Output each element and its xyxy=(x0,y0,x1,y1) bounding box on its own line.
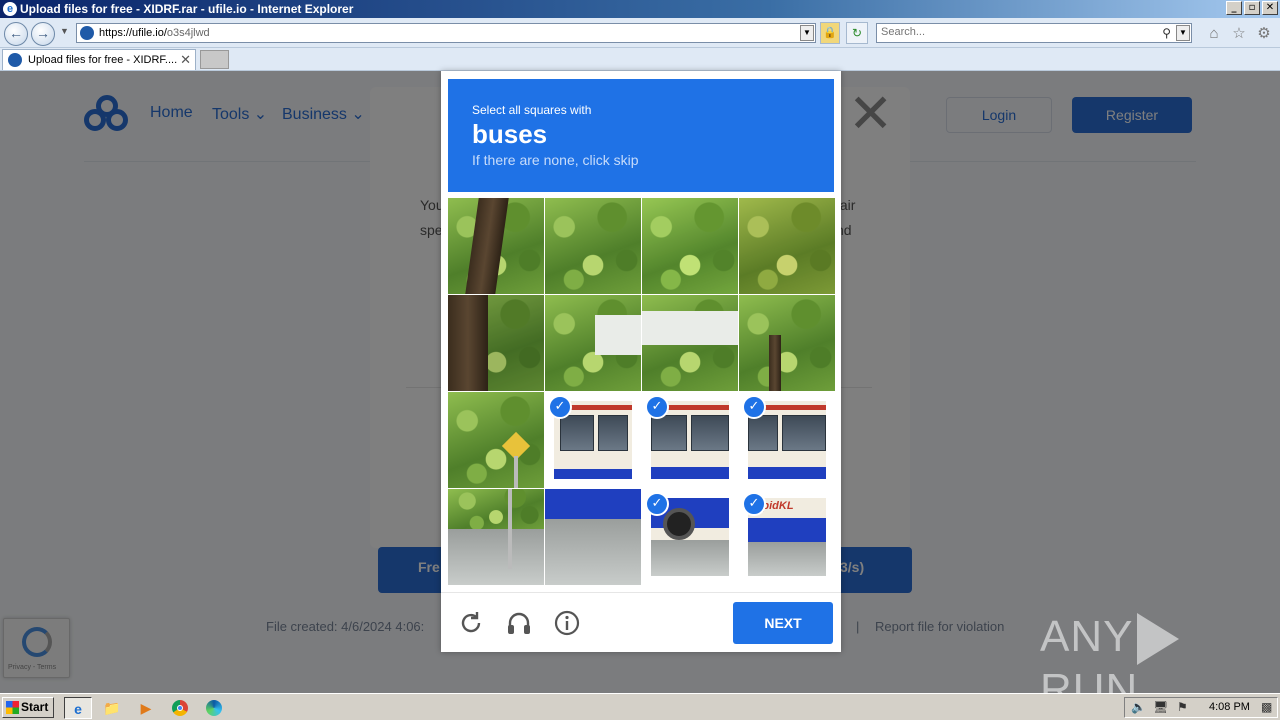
tab-close-icon[interactable]: ✕ xyxy=(180,52,191,68)
check-icon: ✓ xyxy=(742,395,766,419)
taskbar-ie-icon[interactable]: e xyxy=(64,697,92,719)
taskbar: Start e 📁 ▶ 🔈 🖥 ⚑ 4:08 PM ▩ xyxy=(0,693,1280,720)
captcha-tile[interactable] xyxy=(545,198,641,294)
ie-icon: e xyxy=(3,2,17,16)
next-button[interactable]: NEXT xyxy=(733,602,833,644)
tab-label: Upload files for free - XIDRF.... xyxy=(28,54,178,66)
history-dropdown-icon[interactable]: ▼ xyxy=(60,26,69,36)
captcha-grid: ✓ ✓ ✓ ✓ rapidKL ✓ xyxy=(448,198,835,585)
captcha-tile[interactable] xyxy=(739,198,835,294)
show-desktop-icon[interactable]: ▩ xyxy=(1261,700,1272,714)
search-input[interactable] xyxy=(881,26,1151,38)
play-icon xyxy=(1137,613,1180,666)
address-dropdown-icon[interactable]: ▼ xyxy=(800,25,814,41)
captcha-tile-selected[interactable]: rapidKL ✓ xyxy=(739,489,835,585)
captcha-tile-selected[interactable]: ✓ xyxy=(545,392,641,488)
captcha-tile[interactable] xyxy=(545,295,641,391)
new-tab-button[interactable] xyxy=(200,50,229,69)
captcha-challenge: Select all squares with buses If there a… xyxy=(441,71,841,652)
taskbar-chrome-icon[interactable] xyxy=(166,697,194,719)
audio-icon[interactable] xyxy=(505,609,533,637)
taskbar-media-icon[interactable]: ▶ xyxy=(132,697,160,719)
address-bar[interactable]: https://ufile.io/o3s4jlwd ▼ xyxy=(76,23,816,43)
check-icon: ✓ xyxy=(645,395,669,419)
taskbar-clock[interactable]: 4:08 PM xyxy=(1209,701,1250,713)
captcha-hint: If there are none, click skip xyxy=(472,152,639,168)
window-title: Upload files for free - XIDRF.rar - ufil… xyxy=(20,2,354,16)
taskbar-edge-icon[interactable] xyxy=(200,697,228,719)
navigation-bar: ← → ▼ https://ufile.io/o3s4jlwd ▼ 🔒 ↻ ⚲ … xyxy=(0,18,1280,48)
captcha-tile[interactable] xyxy=(545,489,641,585)
check-icon: ✓ xyxy=(548,395,572,419)
captcha-tile[interactable] xyxy=(448,295,544,391)
forward-icon[interactable]: → xyxy=(31,22,55,46)
captcha-tile-selected[interactable]: ✓ xyxy=(739,392,835,488)
captcha-target: buses xyxy=(472,119,548,149)
captcha-tile[interactable] xyxy=(448,392,544,488)
tab-ufile[interactable]: Upload files for free - XIDRF.... ✕ xyxy=(2,49,196,70)
captcha-divider xyxy=(441,592,841,593)
refresh-icon[interactable]: ↻ xyxy=(846,22,868,44)
home-icon[interactable]: ⌂ xyxy=(1205,25,1223,43)
tab-bar: Upload files for free - XIDRF.... ✕ xyxy=(0,48,1280,71)
start-button[interactable]: Start xyxy=(2,697,54,718)
captcha-tile[interactable] xyxy=(642,198,738,294)
captcha-tile-selected[interactable]: ✓ xyxy=(642,489,738,585)
action-center-flag-icon[interactable]: ⚑ xyxy=(1177,700,1188,714)
search-dropdown-icon[interactable]: ▼ xyxy=(1176,25,1190,41)
captcha-tile[interactable] xyxy=(448,489,544,585)
reload-challenge-icon[interactable] xyxy=(457,609,485,637)
search-icon[interactable]: ⚲ xyxy=(1162,26,1171,40)
favorites-icon[interactable]: ☆ xyxy=(1230,25,1248,43)
windows-flag-icon xyxy=(6,701,19,714)
captcha-prompt: Select all squares with buses If there a… xyxy=(448,79,834,192)
site-favicon-icon xyxy=(80,26,94,40)
system-tray: 🔈 🖥 ⚑ 4:08 PM ▩ xyxy=(1124,697,1278,718)
close-window-button[interactable]: ✕ xyxy=(1262,1,1278,15)
back-icon[interactable]: ← xyxy=(4,22,28,46)
captcha-tile[interactable] xyxy=(642,295,738,391)
search-box[interactable]: ⚲ ▼ xyxy=(876,23,1192,43)
minimize-button[interactable]: _ xyxy=(1226,1,1242,15)
restore-button[interactable]: ▫ xyxy=(1244,1,1260,15)
network-icon[interactable]: 🖥 xyxy=(1153,700,1168,714)
window-titlebar: e Upload files for free - XIDRF.rar - uf… xyxy=(0,0,1280,18)
captcha-tile[interactable] xyxy=(448,198,544,294)
lock-icon[interactable]: 🔒 xyxy=(820,22,840,44)
captcha-tile-selected[interactable]: ✓ xyxy=(642,392,738,488)
tab-favicon-icon xyxy=(8,53,22,67)
taskbar-explorer-icon[interactable]: 📁 xyxy=(98,697,126,719)
volume-icon[interactable]: 🔈 xyxy=(1131,700,1146,714)
info-icon[interactable] xyxy=(553,609,581,637)
captcha-instruction: Select all squares with xyxy=(472,103,592,117)
settings-icon[interactable]: ⚙ xyxy=(1255,25,1273,43)
address-url[interactable]: https://ufile.io/o3s4jlwd xyxy=(99,27,210,39)
captcha-tile[interactable] xyxy=(739,295,835,391)
check-icon: ✓ xyxy=(742,492,766,516)
check-icon: ✓ xyxy=(645,492,669,516)
